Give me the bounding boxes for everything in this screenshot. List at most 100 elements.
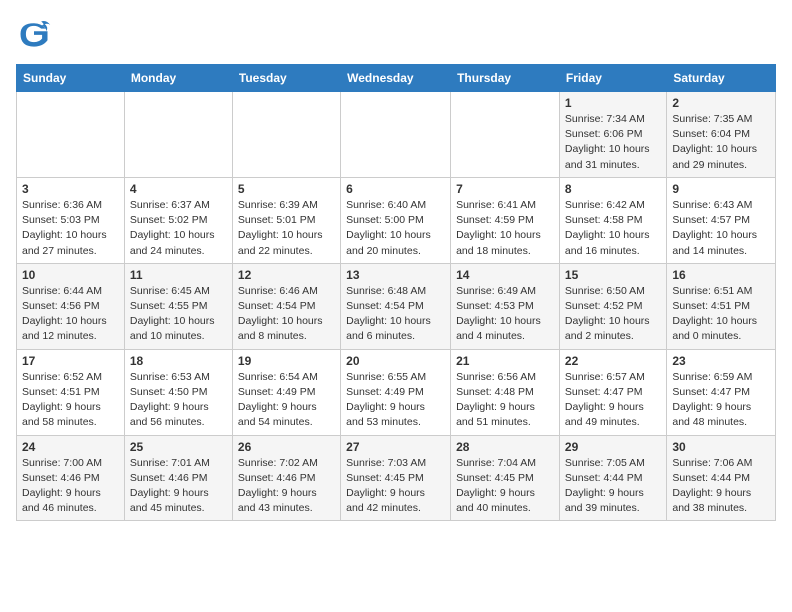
day-info: Sunrise: 7:34 AMSunset: 6:06 PMDaylight:… [565, 112, 661, 173]
calendar-week-row: 17Sunrise: 6:52 AMSunset: 4:51 PMDayligh… [17, 349, 776, 435]
day-number: 3 [22, 182, 119, 196]
day-info: Sunrise: 6:36 AMSunset: 5:03 PMDaylight:… [22, 198, 119, 259]
calendar-cell [232, 92, 340, 178]
day-number: 25 [130, 440, 227, 454]
day-number: 16 [672, 268, 770, 282]
day-info: Sunrise: 7:03 AMSunset: 4:45 PMDaylight:… [346, 456, 445, 517]
calendar-cell [341, 92, 451, 178]
day-number: 11 [130, 268, 227, 282]
day-number: 1 [565, 96, 661, 110]
calendar-cell: 23 Sunrise: 6:59 AMSunset: 4:47 PMDayligh… [667, 349, 776, 435]
day-number: 6 [346, 182, 445, 196]
day-info: Sunrise: 6:53 AMSunset: 4:50 PMDaylight:… [130, 370, 227, 431]
calendar-week-row: 24 Sunrise: 7:00 AMSunset: 4:46 PMDayligh… [17, 435, 776, 521]
calendar-week-row: 10 Sunrise: 6:44 AMSunset: 4:56 PMDayligh… [17, 263, 776, 349]
day-info: Sunrise: 7:04 AMSunset: 4:45 PMDaylight:… [456, 456, 554, 517]
day-number: 22 [565, 354, 661, 368]
calendar-cell: 2 Sunrise: 7:35 AMSunset: 6:04 PMDaylight… [667, 92, 776, 178]
calendar-cell: 25 Sunrise: 7:01 AMSunset: 4:46 PMDayligh… [124, 435, 232, 521]
day-info: Sunrise: 6:59 AMSunset: 4:47 PMDaylight:… [672, 370, 770, 431]
day-info: Sunrise: 6:42 AMSunset: 4:58 PMDaylight:… [565, 198, 661, 259]
calendar-cell: 15 Sunrise: 6:50 AMSunset: 4:52 PMDayligh… [559, 263, 666, 349]
day-info: Sunrise: 7:05 AMSunset: 4:44 PMDaylight:… [565, 456, 661, 517]
calendar-week-row: 3 Sunrise: 6:36 AMSunset: 5:03 PMDaylight… [17, 177, 776, 263]
day-info: Sunrise: 6:41 AMSunset: 4:59 PMDaylight:… [456, 198, 554, 259]
calendar-cell: 11 Sunrise: 6:45 AMSunset: 4:55 PMDayligh… [124, 263, 232, 349]
day-info: Sunrise: 6:39 AMSunset: 5:01 PMDaylight:… [238, 198, 335, 259]
calendar-cell: 16 Sunrise: 6:51 AMSunset: 4:51 PMDayligh… [667, 263, 776, 349]
day-info: Sunrise: 6:52 AMSunset: 4:51 PMDaylight:… [22, 370, 119, 431]
calendar-cell: 29 Sunrise: 7:05 AMSunset: 4:44 PMDayligh… [559, 435, 666, 521]
calendar-cell: 4Sunrise: 6:37 AMSunset: 5:02 PMDaylight… [124, 177, 232, 263]
calendar-cell [124, 92, 232, 178]
day-number: 27 [346, 440, 445, 454]
logo [16, 16, 56, 52]
day-number: 2 [672, 96, 770, 110]
calendar-cell: 6 Sunrise: 6:40 AMSunset: 5:00 PMDaylight… [341, 177, 451, 263]
calendar-cell: 18 Sunrise: 6:53 AMSunset: 4:50 PMDayligh… [124, 349, 232, 435]
day-info: Sunrise: 6:43 AMSunset: 4:57 PMDaylight:… [672, 198, 770, 259]
calendar-cell: 10 Sunrise: 6:44 AMSunset: 4:56 PMDayligh… [17, 263, 125, 349]
calendar-cell: 13 Sunrise: 6:48 AMSunset: 4:54 PMDayligh… [341, 263, 451, 349]
day-number: 30 [672, 440, 770, 454]
calendar-header-row: SundayMondayTuesdayWednesdayThursdayFrid… [17, 65, 776, 92]
day-number: 7 [456, 182, 554, 196]
day-info: Sunrise: 7:35 AMSunset: 6:04 PMDaylight:… [672, 112, 770, 173]
day-number: 29 [565, 440, 661, 454]
calendar-cell: 30Sunrise: 7:06 AMSunset: 4:44 PMDayligh… [667, 435, 776, 521]
day-info: Sunrise: 6:50 AMSunset: 4:52 PMDaylight:… [565, 284, 661, 345]
calendar-header-thursday: Thursday [451, 65, 560, 92]
calendar-cell: 5 Sunrise: 6:39 AMSunset: 5:01 PMDaylight… [232, 177, 340, 263]
calendar-cell: 14 Sunrise: 6:49 AMSunset: 4:53 PMDayligh… [451, 263, 560, 349]
calendar-cell: 21 Sunrise: 6:56 AMSunset: 4:48 PMDayligh… [451, 349, 560, 435]
calendar-cell: 20Sunrise: 6:55 AMSunset: 4:49 PMDayligh… [341, 349, 451, 435]
calendar-cell: 24 Sunrise: 7:00 AMSunset: 4:46 PMDayligh… [17, 435, 125, 521]
day-number: 8 [565, 182, 661, 196]
day-info: Sunrise: 6:44 AMSunset: 4:56 PMDaylight:… [22, 284, 119, 345]
calendar-cell [451, 92, 560, 178]
day-number: 18 [130, 354, 227, 368]
day-number: 26 [238, 440, 335, 454]
day-info: Sunrise: 6:46 AMSunset: 4:54 PMDaylight:… [238, 284, 335, 345]
calendar-header-friday: Friday [559, 65, 666, 92]
calendar-table: SundayMondayTuesdayWednesdayThursdayFrid… [16, 64, 776, 521]
calendar-cell: 3 Sunrise: 6:36 AMSunset: 5:03 PMDaylight… [17, 177, 125, 263]
day-info: Sunrise: 6:45 AMSunset: 4:55 PMDaylight:… [130, 284, 227, 345]
logo-icon [16, 16, 52, 52]
day-number: 28 [456, 440, 554, 454]
day-number: 23 [672, 354, 770, 368]
calendar-week-row: 1 Sunrise: 7:34 AMSunset: 6:06 PMDaylight… [17, 92, 776, 178]
day-number: 13 [346, 268, 445, 282]
day-number: 9 [672, 182, 770, 196]
day-info: Sunrise: 6:40 AMSunset: 5:00 PMDaylight:… [346, 198, 445, 259]
calendar-cell: 26Sunrise: 7:02 AMSunset: 4:46 PMDayligh… [232, 435, 340, 521]
day-info: Sunrise: 7:00 AMSunset: 4:46 PMDaylight:… [22, 456, 119, 517]
day-info: Sunrise: 7:01 AMSunset: 4:46 PMDaylight:… [130, 456, 227, 517]
day-number: 5 [238, 182, 335, 196]
day-number: 21 [456, 354, 554, 368]
day-number: 10 [22, 268, 119, 282]
day-number: 15 [565, 268, 661, 282]
calendar-header-sunday: Sunday [17, 65, 125, 92]
calendar-cell [17, 92, 125, 178]
day-info: Sunrise: 6:54 AMSunset: 4:49 PMDaylight:… [238, 370, 335, 431]
day-info: Sunrise: 6:55 AMSunset: 4:49 PMDaylight:… [346, 370, 445, 431]
calendar-cell: 28 Sunrise: 7:04 AMSunset: 4:45 PMDayligh… [451, 435, 560, 521]
calendar-cell: 17Sunrise: 6:52 AMSunset: 4:51 PMDayligh… [17, 349, 125, 435]
day-info: Sunrise: 6:48 AMSunset: 4:54 PMDaylight:… [346, 284, 445, 345]
calendar-cell: 22 Sunrise: 6:57 AMSunset: 4:47 PMDayligh… [559, 349, 666, 435]
day-info: Sunrise: 6:51 AMSunset: 4:51 PMDaylight:… [672, 284, 770, 345]
day-number: 24 [22, 440, 119, 454]
day-info: Sunrise: 6:57 AMSunset: 4:47 PMDaylight:… [565, 370, 661, 431]
calendar-header-saturday: Saturday [667, 65, 776, 92]
day-number: 12 [238, 268, 335, 282]
day-info: Sunrise: 6:37 AMSunset: 5:02 PMDaylight:… [130, 198, 227, 259]
day-number: 14 [456, 268, 554, 282]
calendar-cell: 8 Sunrise: 6:42 AMSunset: 4:58 PMDaylight… [559, 177, 666, 263]
page-header [16, 16, 776, 52]
day-info: Sunrise: 6:49 AMSunset: 4:53 PMDaylight:… [456, 284, 554, 345]
day-number: 19 [238, 354, 335, 368]
calendar-cell: 12 Sunrise: 6:46 AMSunset: 4:54 PMDayligh… [232, 263, 340, 349]
calendar-cell: 9 Sunrise: 6:43 AMSunset: 4:57 PMDaylight… [667, 177, 776, 263]
day-info: Sunrise: 6:56 AMSunset: 4:48 PMDaylight:… [456, 370, 554, 431]
